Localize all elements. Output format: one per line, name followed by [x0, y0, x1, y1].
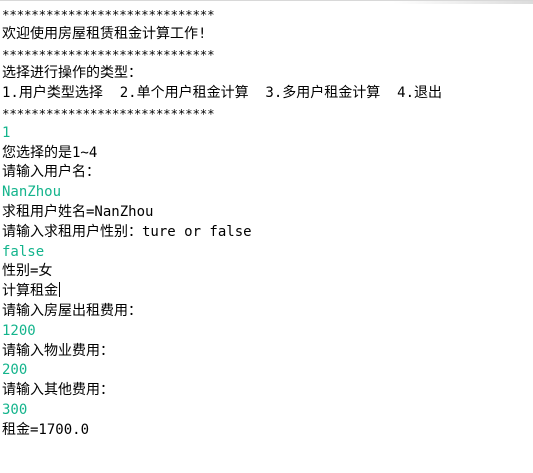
user-input-choice: 1 [2, 124, 11, 141]
user-input-other-fee: 300 [2, 401, 28, 418]
rent-fee-prompt: 请输入房屋出租费用： [2, 302, 142, 319]
user-input-rent-fee: 1200 [2, 322, 36, 339]
gender-echo: 性别=女 [2, 263, 53, 280]
text-cursor [59, 282, 60, 298]
panel-top-edge-shadow [393, 1, 533, 4]
other-fee-prompt: 请输入其他费用： [2, 382, 114, 399]
user-input-gender: false [2, 243, 45, 260]
calculate-rent-line: 计算租金 [2, 282, 533, 302]
panel-top-edge [0, 0, 533, 4]
gender-prompt: 请输入求租用户性别：ture or false [2, 223, 252, 240]
menu-options: 1.用户类型选择 2.单个用户租金计算 3.多用户租金计算 4.退出 [2, 85, 443, 102]
console-lines: ***************************** 欢迎使用房屋租赁租金… [2, 5, 533, 441]
rent-result: 租金=1700.0 [2, 421, 90, 438]
calculate-rent-text: 计算租金 [2, 283, 58, 300]
separator-line: ***************************** [2, 46, 215, 62]
console-output-panel[interactable]: ***************************** 欢迎使用房屋租赁租金… [0, 0, 533, 473]
username-prompt: 请输入用户名： [2, 164, 100, 181]
user-input-property-fee: 200 [2, 362, 28, 379]
menu-prompt: 选择进行操作的类型： [2, 65, 142, 82]
separator-line: ***************************** [2, 7, 215, 22]
welcome-message: 欢迎使用房屋租赁租金计算工作! [2, 25, 207, 42]
property-fee-prompt: 请输入物业费用： [2, 342, 114, 359]
separator-line: ***************************** [2, 105, 215, 121]
username-echo: 求租用户姓名=NanZhou [2, 203, 154, 220]
user-input-username: NanZhou [2, 184, 62, 201]
choice-echo: 您选择的是1~4 [2, 144, 98, 161]
